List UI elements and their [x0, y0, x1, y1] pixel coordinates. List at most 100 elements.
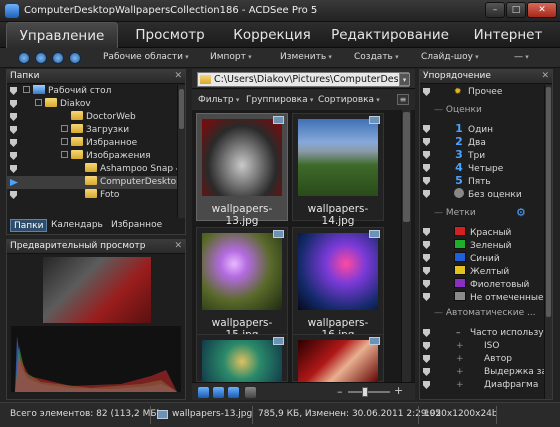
tab-calendar[interactable]: Календарь — [48, 219, 106, 232]
path-input[interactable]: C:\Users\Diakov\Pictures\ComputerDesktop — [197, 72, 409, 87]
organize-scrollbar[interactable] — [544, 85, 552, 399]
pin-icon[interactable] — [423, 355, 430, 363]
rotate-right-icon[interactable] — [213, 387, 224, 398]
pin-icon[interactable] — [423, 151, 430, 159]
close-icon[interactable]: ✕ — [174, 70, 182, 83]
tree-item[interactable]: Рабочий стол — [7, 85, 177, 98]
gear-icon[interactable]: ⚙ — [516, 206, 526, 219]
organize-misc[interactable]: ✹ Прочее — [420, 86, 540, 98]
color-label-item[interactable]: Зеленый — [420, 239, 540, 251]
pin-icon[interactable] — [423, 381, 430, 389]
color-label-item[interactable]: Не отмеченные — [420, 291, 544, 303]
color-label-item[interactable]: Синий — [420, 252, 540, 264]
pin-icon[interactable] — [10, 87, 17, 95]
collapse-icon[interactable]: – — [456, 327, 461, 339]
thumbnail-item[interactable]: wallpapers-15.jpg — [196, 227, 288, 341]
close-icon[interactable]: ✕ — [174, 240, 182, 253]
tab-folders[interactable]: Папки — [10, 219, 48, 232]
copy-icon[interactable] — [228, 387, 239, 398]
rotate-left-icon[interactable] — [198, 387, 209, 398]
pin-icon[interactable] — [423, 138, 430, 146]
back-icon[interactable] — [18, 52, 30, 64]
folders-scrollbar[interactable] — [177, 85, 185, 218]
close-icon[interactable]: ✕ — [541, 70, 549, 83]
pin-icon[interactable] — [10, 191, 17, 199]
minimize-button[interactable]: – — [485, 2, 505, 18]
up-folder-icon[interactable] — [69, 52, 81, 64]
tree-item[interactable]: Foto — [7, 189, 177, 202]
refresh-icon[interactable] — [52, 52, 64, 64]
expand-icon[interactable] — [35, 99, 42, 106]
labels-header[interactable]: — Метки — [434, 207, 476, 220]
rating-item[interactable]: Без оценки — [420, 188, 540, 200]
expand-icon[interactable] — [61, 138, 68, 145]
tree-item-selected[interactable]: ComputerDesktop — [7, 176, 182, 189]
auto-categories-header[interactable]: — Автоматические ... — [434, 307, 536, 320]
tree-item[interactable]: Ashampoo Snap 4 — [7, 163, 182, 176]
rating-item[interactable]: 1 Один — [420, 123, 540, 135]
pin-icon[interactable] — [423, 293, 430, 301]
filter-menu[interactable]: Фильтр — [198, 95, 239, 105]
zoom-out-icon[interactable]: – — [337, 385, 343, 398]
pin-icon[interactable] — [423, 190, 430, 198]
path-dropdown-button[interactable]: ▾ — [399, 73, 410, 86]
rating-item[interactable]: 3 Три — [420, 149, 540, 161]
auto-category-item[interactable]: – Часто используе — [420, 327, 549, 339]
tree-item[interactable]: Избранное — [7, 137, 177, 150]
pin-icon[interactable] — [10, 165, 17, 173]
tree-item[interactable]: Изображения — [7, 150, 177, 163]
color-label-item[interactable]: Фиолетовый — [420, 278, 540, 290]
sorting-menu[interactable]: Сортировка — [318, 95, 380, 105]
expand-icon[interactable]: + — [456, 379, 464, 391]
menu-modify[interactable]: Изменить — [280, 52, 332, 62]
auto-category-item[interactable]: + Автор — [420, 353, 540, 365]
zoom-slider[interactable] — [348, 391, 390, 393]
pin-icon[interactable] — [423, 164, 430, 172]
thumbnail-item[interactable]: wallpapers-16.jpg — [292, 227, 384, 341]
close-button[interactable]: ✕ — [527, 2, 557, 18]
pin-icon[interactable] — [10, 113, 17, 121]
tree-item[interactable]: Diakov — [7, 98, 177, 111]
tab-favorites[interactable]: Избранное — [108, 219, 165, 232]
menu-workspaces[interactable]: Рабочие области — [103, 52, 189, 62]
expand-icon[interactable]: + — [456, 340, 464, 352]
pin-icon[interactable] — [423, 228, 430, 236]
zoom-slider-handle[interactable] — [362, 387, 368, 397]
rating-item[interactable]: 4 Четыре — [420, 162, 540, 174]
thumbnail-item[interactable] — [196, 334, 288, 383]
expand-icon[interactable]: + — [456, 353, 464, 365]
pin-icon[interactable] — [10, 152, 17, 160]
ratings-header[interactable]: — Оценки — [434, 104, 482, 117]
expand-icon[interactable] — [23, 86, 30, 93]
pin-icon[interactable] — [423, 280, 430, 288]
pin-icon[interactable] — [423, 267, 430, 275]
pin-icon[interactable] — [423, 368, 430, 376]
view-mode-icon[interactable]: ≡ — [397, 94, 409, 105]
tree-item[interactable]: Загрузки — [7, 124, 177, 137]
pin-icon[interactable] — [423, 254, 430, 262]
tab-online[interactable]: Интернет — [460, 22, 556, 48]
pin-icon[interactable] — [10, 139, 17, 147]
pin-icon[interactable] — [423, 88, 430, 96]
thumbnail-item[interactable] — [292, 334, 384, 383]
menu-import[interactable]: Импорт — [210, 52, 252, 62]
pin-icon[interactable] — [423, 241, 430, 249]
tree-item[interactable]: DoctorWeb — [7, 111, 177, 124]
tab-manage[interactable]: Управление — [6, 22, 118, 48]
color-label-item[interactable]: Красный — [420, 226, 540, 238]
auto-category-item[interactable]: + Выдержка за — [420, 366, 547, 378]
pin-icon[interactable] — [423, 125, 430, 133]
pin-icon[interactable] — [10, 100, 17, 108]
auto-category-item[interactable]: + Диафрагма — [420, 379, 540, 391]
tab-edit[interactable]: Редактирование — [325, 22, 455, 48]
tab-develop[interactable]: Коррекция — [222, 22, 322, 48]
rating-item[interactable]: 5 Пять — [420, 175, 540, 187]
maximize-button[interactable]: □ — [506, 2, 526, 18]
forward-icon[interactable] — [35, 52, 47, 64]
expand-icon[interactable] — [61, 125, 68, 132]
expand-icon[interactable] — [61, 151, 68, 158]
menu-slideshow[interactable]: Слайд-шоу — [421, 52, 479, 62]
zoom-in-icon[interactable]: + — [394, 384, 403, 397]
tab-view[interactable]: Просмотр — [122, 22, 218, 48]
thumbnail-item[interactable]: wallpapers-13.jpg — [196, 113, 288, 227]
